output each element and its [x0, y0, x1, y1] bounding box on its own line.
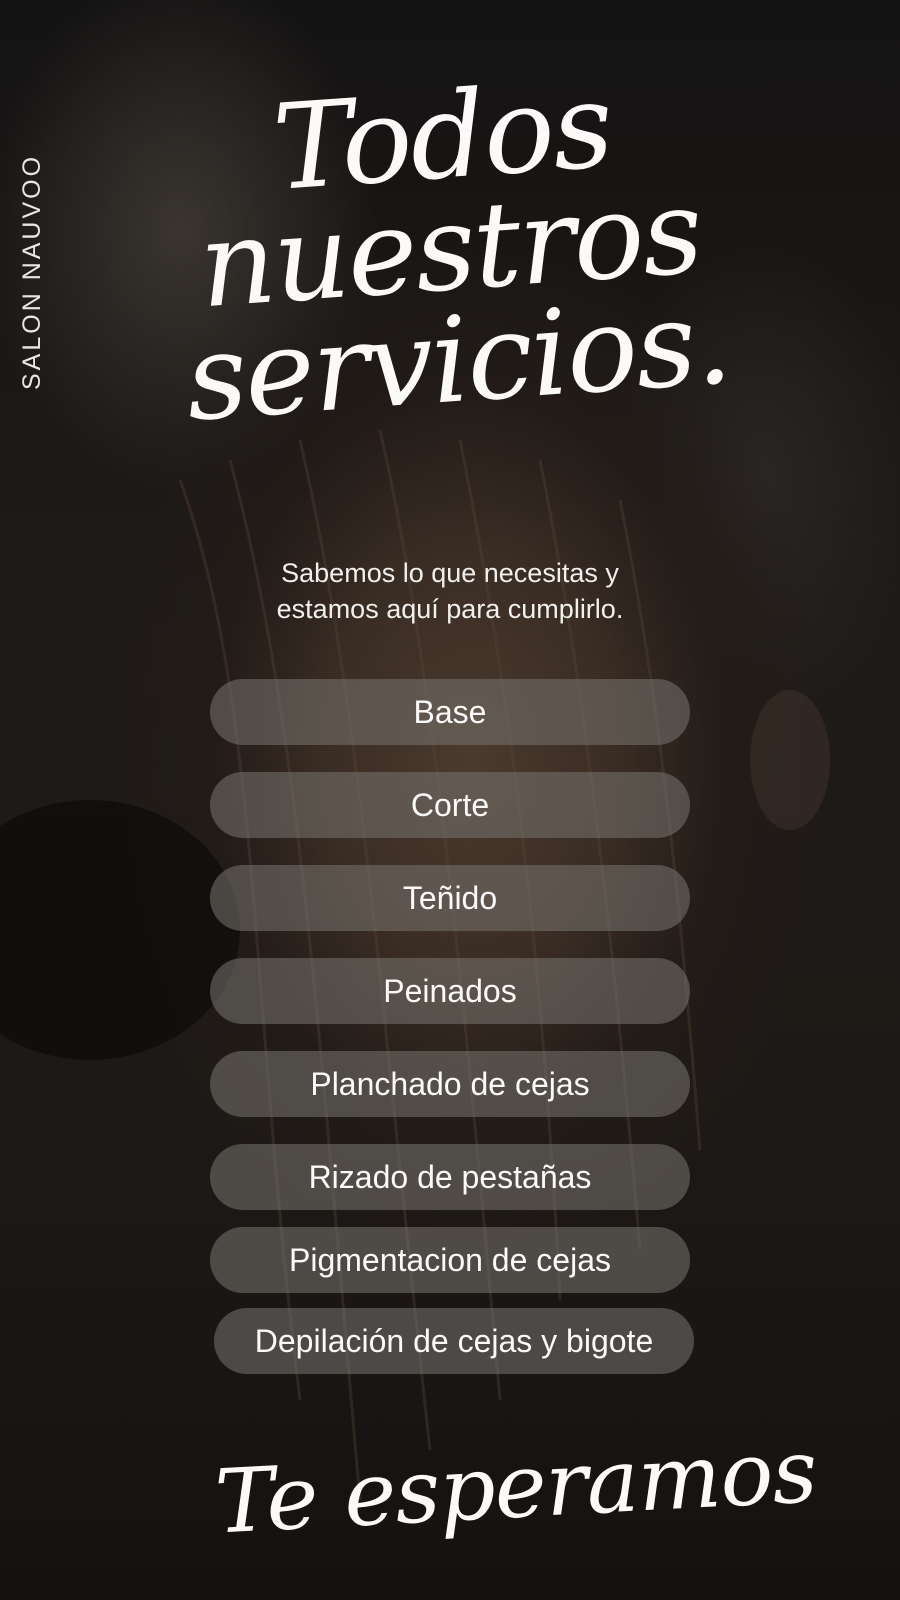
brand-name: SALON NAUVOO [18, 153, 46, 390]
service-planchado-cejas-button[interactable]: Planchado de cejas [210, 1051, 690, 1117]
service-peinados-button[interactable]: Peinados [210, 958, 690, 1024]
service-tenido-button[interactable]: Teñido [210, 865, 690, 931]
service-corte-button[interactable]: Corte [210, 772, 690, 838]
service-base-button[interactable]: Base [210, 679, 690, 745]
services-list: Base Corte Teñido Peinados Planchado de … [210, 0, 695, 1600]
service-depilacion-button[interactable]: Depilación de cejas y bigote [214, 1308, 694, 1374]
promo-poster: SALON NAUVOO Todos nuestros servicios. S… [0, 0, 900, 1600]
service-pigmentacion-cejas-button[interactable]: Pigmentacion de cejas [210, 1227, 690, 1293]
service-rizado-pestanas-button[interactable]: Rizado de pestañas [210, 1144, 690, 1210]
